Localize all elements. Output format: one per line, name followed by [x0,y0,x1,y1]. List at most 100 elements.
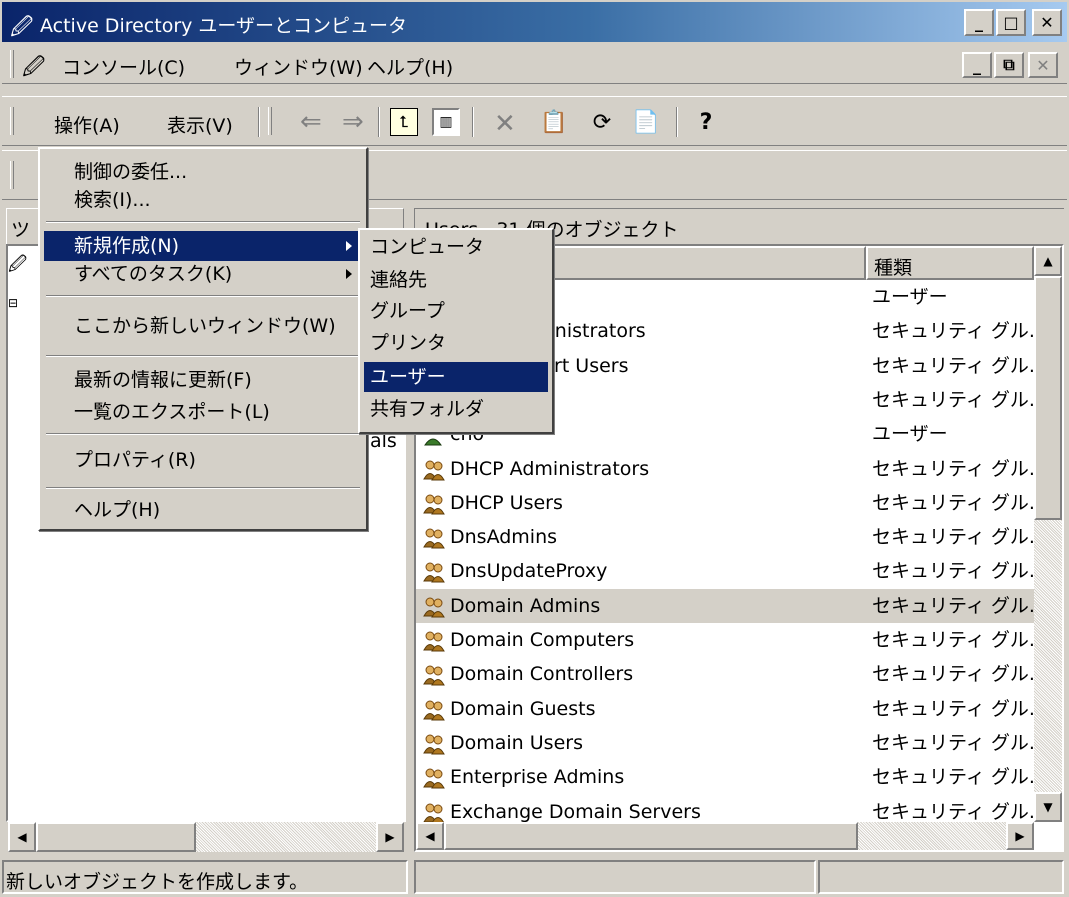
table-row[interactable]: DHCP Administrators セキュリティ グル.. [416,452,1041,486]
hscroll-thumb[interactable] [444,822,858,850]
row-type: セキュリティ グル.. [872,320,1041,343]
toolbar-separator [258,107,260,137]
scroll-track[interactable] [196,822,376,852]
submenu-item-printer[interactable]: プリンタ [364,328,548,358]
delete-icon[interactable]: ✕ [494,109,516,139]
context-menu: 制御の委任... 検索(I)... 新規作成(N) すべてのタスク(K) ここか… [38,147,368,531]
submenu-item-group[interactable]: グループ [364,296,548,326]
scroll-up-button[interactable]: ▲ [1034,246,1062,276]
toolbar-separator-4 [676,107,678,137]
group-icon [422,526,446,549]
menu-console[interactable]: コンソール(C) [62,53,185,80]
toolbar-grip-2 [268,107,272,135]
tree-expander[interactable]: ⊟ [8,296,18,310]
group-icon [422,458,446,480]
row-type: セキュリティ グル.. [872,663,1041,686]
row-type: セキュリティ グル.. [872,388,1041,411]
row-name: DHCP Administrators [450,457,650,480]
row-type: セキュリティ グル.. [872,560,1041,583]
column-type-label: 種類 [874,257,913,279]
maximize-button[interactable]: □ [996,9,1026,36]
export-list-icon[interactable]: 📄 [632,108,660,136]
mdi-close-button[interactable]: ✕ [1028,52,1058,78]
table-row[interactable]: DnsUpdateProxy セキュリティ グル.. [416,554,1041,588]
menu-item-all-tasks[interactable]: すべてのタスク(K) [44,259,362,289]
mdi-minimize-button[interactable]: _ [962,52,992,78]
hscroll-track[interactable] [858,822,1006,850]
menu-item-new-window[interactable]: ここから新しいウィンドウ(W) [44,311,362,341]
refresh-icon[interactable]: ⟳ [588,108,616,136]
group-icon [422,732,446,755]
show-tree-icon[interactable]: ▥ [432,108,460,136]
row-type: ユーザー [872,286,948,308]
menu-item-new[interactable]: 新規作成(N) [44,231,362,261]
menu-separator [46,487,360,489]
status-text: 新しいオブジェクトを作成します。 [6,871,309,893]
mdi-restore-button[interactable]: ⧉ [994,52,1024,78]
scroll-thumb[interactable] [36,822,196,852]
submenu-item-user[interactable]: ユーザー [364,362,548,392]
submenu-item-shared-folder[interactable]: 共有フォルダ [364,394,548,424]
row-type: セキュリティ グル.. [872,457,1041,480]
back-arrow-icon[interactable]: ⇐ [300,107,322,137]
row-type: セキュリティ グル.. [872,526,1041,549]
window-title: Active Directory ユーザーとコンピュータ [40,15,408,37]
column-header-type[interactable]: 種類 [866,246,1034,280]
scroll-down-button[interactable]: ▼ [1034,792,1062,822]
table-row[interactable]: DnsAdmins セキュリティ グル.. [416,520,1041,554]
group-icon [422,801,446,823]
toolbar-grip-3 [10,161,14,189]
group-icon [422,698,446,721]
row-type: セキュリティ グル.. [872,354,1041,377]
row-name: DnsUpdateProxy [450,560,608,583]
menu-item-export-list[interactable]: 一覧のエクスポート(L) [44,397,362,427]
menu-item-delegate-control[interactable]: 制御の委任... [44,157,362,187]
table-row[interactable]: Domain Guests セキュリティ グル.. [416,692,1041,726]
menu-item-help[interactable]: ヘルプ(H) [44,495,362,525]
row-name: DnsAdmins [450,526,558,549]
properties-icon[interactable]: 📋 [540,108,568,136]
table-row[interactable]: Domain Controllers セキュリティ グル.. [416,657,1041,691]
menu-window[interactable]: ウィンドウ(W) [234,53,363,80]
tree-hscrollbar[interactable]: ◀ ▶ [8,822,404,852]
table-row[interactable]: Domain Computers セキュリティ グル.. [416,623,1041,657]
close-button[interactable]: ✕ [1032,9,1062,36]
row-type: セキュリティ グル.. [872,629,1041,651]
status-bar-panel-3 [818,860,1064,894]
scroll-left-button[interactable]: ◀ [8,822,36,852]
list-vscrollbar[interactable]: ▲ ▼ [1034,246,1062,822]
menu-view[interactable]: 表示(V) [167,111,233,138]
scroll-right-button[interactable]: ▶ [376,822,404,852]
table-row[interactable]: Enterprise Admins セキュリティ グル.. [416,760,1041,794]
submenu-item-contact[interactable]: 連絡先 [364,265,548,295]
vscroll-track[interactable] [1034,520,1062,792]
menu-item-refresh[interactable]: 最新の情報に更新(F) [44,365,362,395]
list-hscrollbar[interactable]: ◀ ▶ [416,822,1034,850]
status-bar-panel-2 [414,860,816,894]
table-row[interactable]: Domain Admins セキュリティ グル.. [416,588,1041,623]
hscroll-left-button[interactable]: ◀ [416,822,444,850]
row-name: Domain Admins [450,594,601,617]
vscroll-thumb[interactable] [1034,276,1062,520]
row-type: ユーザー [872,423,948,446]
table-row[interactable]: Domain Users セキュリティ グル.. [416,726,1041,760]
forward-arrow-icon[interactable]: ⇒ [342,107,364,137]
row-name: Domain Users [450,731,583,754]
group-icon [422,560,446,583]
submenu-item-computer[interactable]: コンピュータ [364,232,548,262]
menu-separator [46,355,360,357]
row-name: Enterprise Admins [450,766,625,789]
up-folder-icon[interactable]: ⮤ [390,108,418,136]
menu-item-find[interactable]: 検索(I)... [44,185,362,215]
help-icon[interactable]: ? [692,108,720,136]
menu-help[interactable]: ヘルプ(H) [367,53,453,80]
tree-tab-label: ツ [11,219,31,241]
toolbar-separator-3 [472,107,474,137]
table-row[interactable]: DHCP Users セキュリティ グル.. [416,486,1041,520]
menu-item-properties[interactable]: プロパティ(R) [44,445,362,475]
menu-bar: 🖉 コンソール(C) ウィンドウ(W) ヘルプ(H) _ ⧉ ✕ [2,44,1067,84]
hscroll-right-button[interactable]: ▶ [1006,822,1034,850]
title-bar[interactable]: 🖉 Active Directory ユーザーとコンピュータ _ □ ✕ [2,2,1067,42]
minimize-button[interactable]: _ [964,9,994,36]
menu-action[interactable]: 操作(A) [54,111,120,138]
